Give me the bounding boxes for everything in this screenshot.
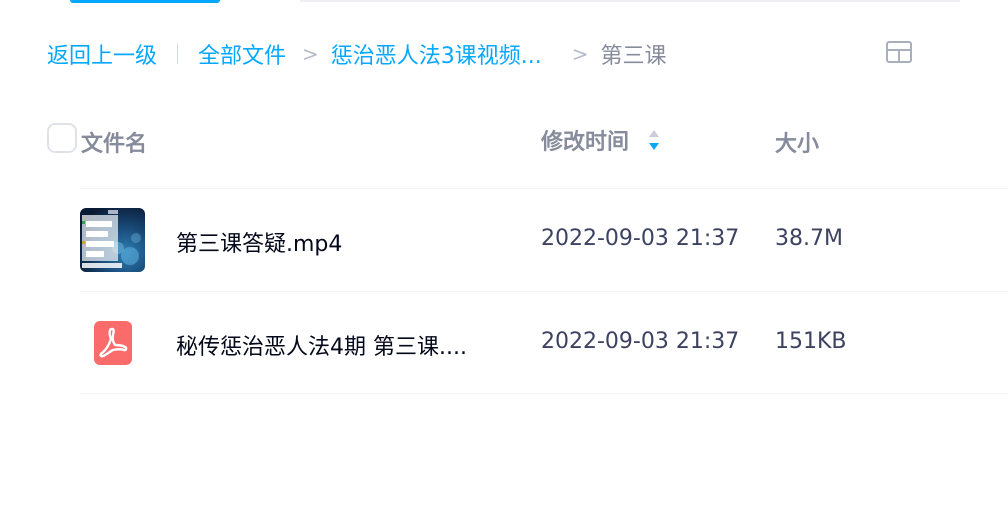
column-header-size[interactable]: 大小 (775, 126, 819, 158)
back-link[interactable]: 返回上一级 (47, 38, 157, 70)
file-browser: 返回上一级 全部文件 > 惩治恶人法3课视频... > 第三课 文件名 修改时间… (0, 0, 1008, 525)
sort-icon[interactable] (647, 128, 661, 152)
breadcrumb-parent-folder[interactable]: 惩治恶人法3课视频... (331, 38, 542, 70)
file-modified-time: 2022-09-03 21:37 (541, 329, 740, 354)
file-row[interactable]: 秘传惩治恶人法4期 第三课.... 2022-09-03 21:37 151KB (80, 293, 1008, 393)
file-name[interactable]: 秘传惩治恶人法4期 第三课.... (176, 329, 467, 361)
row-divider (80, 393, 1008, 394)
column-header-modified[interactable]: 修改时间 (541, 124, 661, 156)
file-modified-time: 2022-09-03 21:37 (541, 226, 740, 251)
file-row[interactable]: 第三课答疑.mp4 2022-09-03 21:37 38.7M (80, 190, 1008, 290)
breadcrumb-all-files[interactable]: 全部文件 (198, 38, 286, 70)
file-list-header: 文件名 修改时间 大小 (47, 120, 1008, 160)
select-all-checkbox[interactable] (47, 123, 77, 153)
grid-view-icon[interactable] (886, 41, 912, 63)
top-bar-edge (300, 0, 960, 2)
row-divider (80, 291, 1008, 292)
column-header-modified-label: 修改时间 (541, 130, 630, 155)
column-header-name[interactable]: 文件名 (81, 126, 147, 158)
breadcrumb: 返回上一级 全部文件 > 惩治恶人法3课视频... > 第三课 (47, 34, 667, 74)
breadcrumb-separator-icon: > (571, 42, 589, 66)
active-tab-indicator (70, 0, 220, 3)
file-name[interactable]: 第三课答疑.mp4 (176, 226, 342, 258)
breadcrumb-divider (177, 44, 179, 64)
video-thumbnail (80, 208, 145, 272)
row-divider (80, 188, 1008, 189)
breadcrumb-current-folder: 第三课 (600, 44, 667, 69)
file-size: 151KB (775, 329, 847, 354)
breadcrumb-separator-icon: > (302, 42, 319, 66)
file-size: 38.7M (775, 226, 843, 251)
pdf-icon (80, 311, 145, 375)
